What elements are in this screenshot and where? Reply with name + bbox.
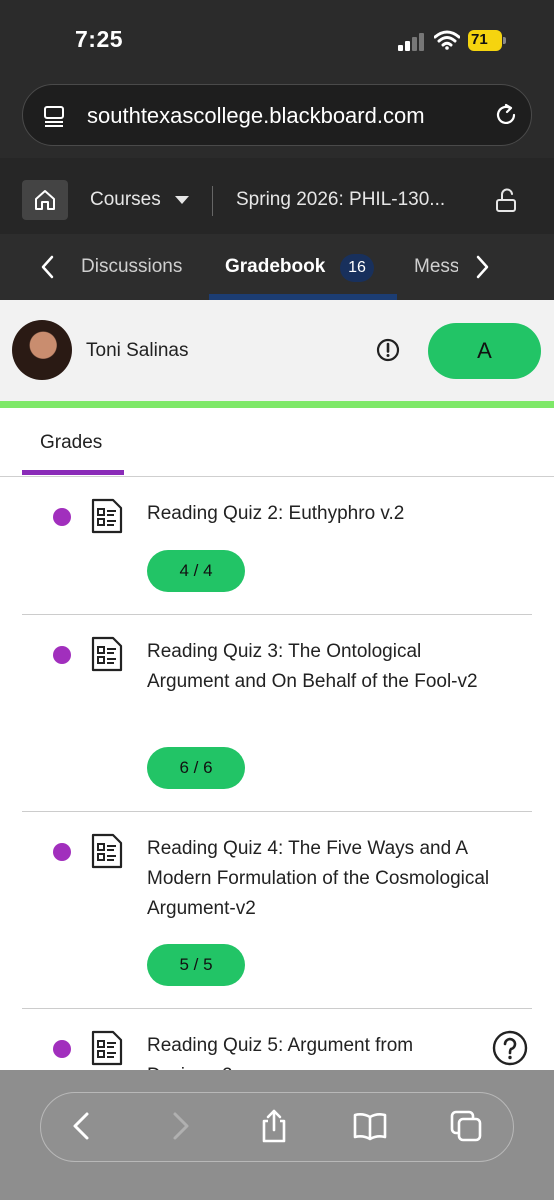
- student-name: Toni Salinas: [86, 340, 189, 361]
- tabs-icon[interactable]: [448, 1108, 484, 1144]
- wifi-icon: [434, 30, 460, 50]
- tab-grades[interactable]: Grades: [40, 432, 102, 454]
- chevron-down-icon[interactable]: [175, 196, 189, 204]
- course-nav: Courses Spring 2026: PHIL-130...: [0, 158, 554, 234]
- tab-messages[interactable]: Messages: [414, 256, 458, 278]
- status-rule: [0, 401, 554, 408]
- status-dot: [53, 1040, 71, 1058]
- score-pill[interactable]: 5 / 5: [147, 944, 245, 986]
- bookmarks-icon[interactable]: [352, 1108, 388, 1144]
- share-icon[interactable]: [256, 1108, 292, 1144]
- grade-item-title[interactable]: Reading Quiz 3: The Ontological Argument…: [147, 637, 507, 697]
- battery-level: 71: [471, 31, 488, 48]
- divider: [22, 614, 532, 615]
- status-dot: [53, 508, 71, 526]
- chevron-left-icon[interactable]: [38, 254, 58, 280]
- document-list-icon: [91, 833, 123, 869]
- divider: [22, 1008, 532, 1009]
- unlock-icon[interactable]: [494, 188, 518, 214]
- avatar: [12, 320, 72, 380]
- grade-item-title[interactable]: Reading Quiz 2: Euthyphro v.2: [147, 499, 517, 529]
- divider: [0, 476, 554, 477]
- cellular-signal-icon: [398, 33, 426, 51]
- exclamation-circle-icon[interactable]: [376, 338, 400, 362]
- score-pill[interactable]: 4 / 4: [147, 550, 245, 592]
- course-title[interactable]: Spring 2026: PHIL-130...: [236, 189, 445, 211]
- divider: [22, 811, 532, 812]
- chevron-right-icon[interactable]: [472, 254, 492, 280]
- home-button[interactable]: [22, 180, 68, 220]
- browser-address-area: southtexascollege.blackboard.com: [0, 80, 554, 158]
- url-text[interactable]: southtexascollege.blackboard.com: [87, 103, 425, 129]
- reload-icon[interactable]: [493, 102, 519, 128]
- browser-toolbar: [0, 1070, 554, 1200]
- page-lines-icon[interactable]: [43, 105, 65, 127]
- score-pill[interactable]: 6 / 6: [147, 747, 245, 789]
- address-bar[interactable]: southtexascollege.blackboard.com: [22, 84, 532, 146]
- courses-dropdown[interactable]: Courses: [90, 189, 161, 211]
- tab-discussions[interactable]: Discussions: [81, 256, 182, 278]
- nav-divider: [212, 186, 213, 216]
- status-dot: [53, 843, 71, 861]
- overall-grade-button[interactable]: A: [428, 323, 541, 379]
- status-dot: [53, 646, 71, 664]
- home-icon: [35, 190, 55, 210]
- student-header: Toni Salinas A: [0, 300, 554, 401]
- grades-tab-indicator: [22, 470, 124, 475]
- document-list-icon: [91, 1030, 123, 1066]
- document-list-icon: [91, 636, 123, 672]
- forward-icon[interactable]: [162, 1108, 198, 1144]
- gradebook-count-badge: 16: [340, 254, 374, 282]
- tab-gradebook[interactable]: Gradebook: [225, 256, 325, 278]
- course-tab-bar: Discussions Gradebook 16 Messages: [0, 234, 554, 300]
- status-bar: 7:25 71: [0, 0, 554, 80]
- battery-icon: 71: [468, 30, 506, 51]
- back-icon[interactable]: [64, 1108, 100, 1144]
- document-list-icon: [91, 498, 123, 534]
- question-circle-icon[interactable]: [492, 1030, 528, 1066]
- status-time: 7:25: [75, 26, 124, 52]
- grade-item-title[interactable]: Reading Quiz 4: The Five Ways and A Mode…: [147, 834, 507, 924]
